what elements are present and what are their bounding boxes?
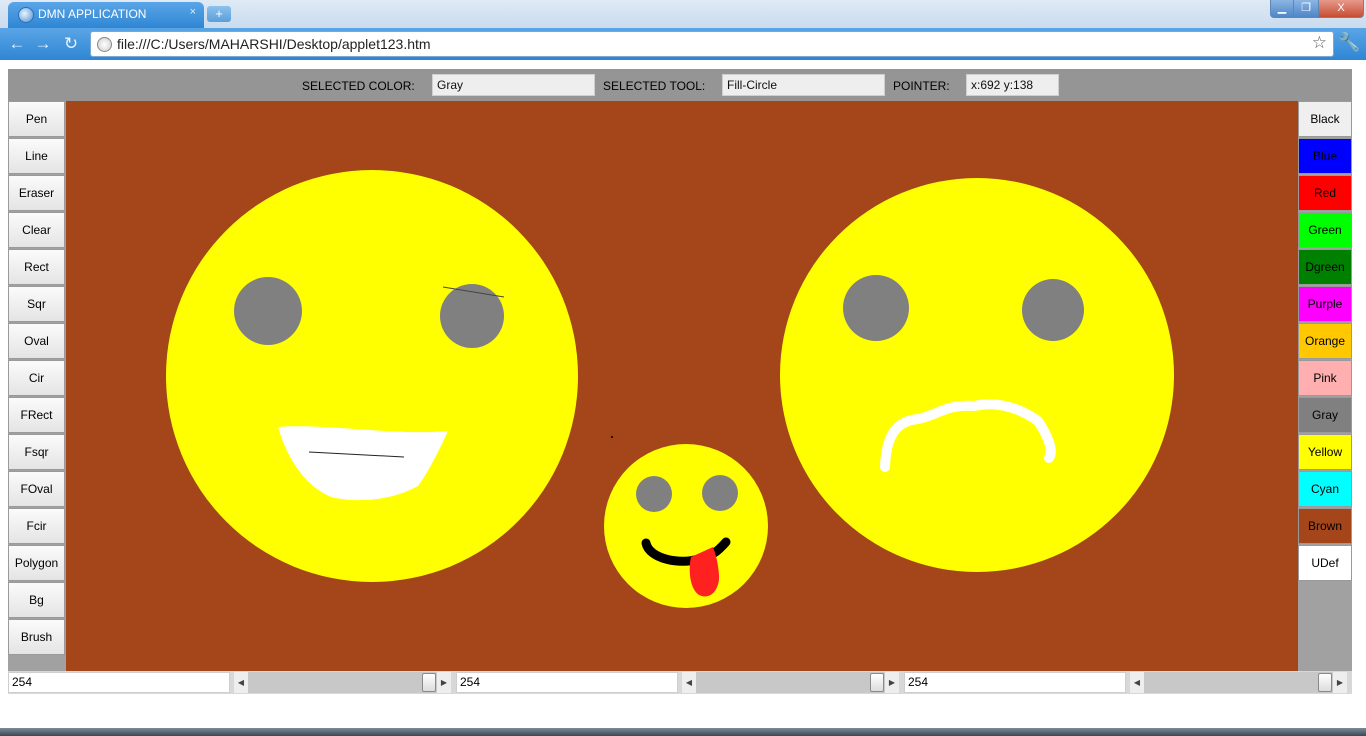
back-arrow-icon[interactable]: ← (6, 33, 28, 55)
maximize-button[interactable]: ❐ (1293, 0, 1319, 18)
forward-arrow-icon[interactable]: → (32, 33, 54, 55)
tab-close-icon[interactable]: × (190, 6, 196, 18)
color-button-black[interactable]: Black (1298, 101, 1352, 137)
reload-icon[interactable]: ↻ (60, 33, 82, 55)
tool-button-fcir[interactable]: Fcir (8, 508, 65, 544)
slider-value-field[interactable]: 254 (8, 672, 230, 693)
tool-button-pen[interactable]: Pen (8, 101, 65, 137)
drawing-canvas[interactable] (66, 101, 1298, 671)
tool-button-polygon[interactable]: Polygon (8, 545, 65, 581)
tool-button-bg[interactable]: Bg (8, 582, 65, 618)
small-face-right-eye (702, 475, 738, 511)
left-face-right-eye (440, 284, 504, 348)
slider-value-field[interactable]: 254 (904, 672, 1126, 693)
color-button-gray[interactable]: Gray (1298, 397, 1352, 433)
bookmark-star-icon[interactable]: ☆ (1312, 33, 1327, 53)
selected-color-label: SELECTED COLOR: (302, 79, 415, 93)
tool-button-clear[interactable]: Clear (8, 212, 65, 248)
paint-applet: SELECTED COLOR: Gray SELECTED TOOL: Fill… (8, 69, 1352, 694)
tool-button-line[interactable]: Line (8, 138, 65, 174)
color-button-blue[interactable]: Blue (1298, 138, 1352, 174)
selected-tool-field: Fill-Circle (722, 74, 885, 96)
color-button-udef[interactable]: UDef (1298, 545, 1352, 581)
drawing (166, 170, 1174, 608)
slider-thumb[interactable] (1318, 673, 1333, 692)
right-face (780, 178, 1174, 572)
color-slider[interactable]: ◀ ▶ (682, 672, 899, 693)
browser-tab[interactable]: DMN APPLICATION × (8, 2, 204, 28)
tool-button-rect[interactable]: Rect (8, 249, 65, 285)
left-face-left-eye (234, 277, 302, 345)
tool-button-foval[interactable]: FOval (8, 471, 65, 507)
color-button-red[interactable]: Red (1298, 175, 1352, 211)
tool-button-sqr[interactable]: Sqr (8, 286, 65, 322)
tab-title: DMN APPLICATION (38, 7, 147, 21)
color-slider[interactable]: ◀ ▶ (234, 672, 451, 693)
slider-right-arrow-icon[interactable]: ▶ (885, 672, 899, 693)
close-window-button[interactable]: X (1318, 0, 1364, 18)
browser-title-bar: DMN APPLICATION × + ▁ ❐ X (0, 0, 1366, 28)
selected-color-field: Gray (432, 74, 595, 96)
status-bar: SELECTED COLOR: Gray SELECTED TOOL: Fill… (8, 69, 1352, 101)
slider-left-arrow-icon[interactable]: ◀ (234, 672, 248, 693)
color-button-orange[interactable]: Orange (1298, 323, 1352, 359)
pointer-field: x:692 y:138 (966, 74, 1059, 96)
color-button-dgreen[interactable]: Dgreen (1298, 249, 1352, 285)
tool-button-frect[interactable]: FRect (8, 397, 65, 433)
color-button-brown[interactable]: Brown (1298, 508, 1352, 544)
slider-right-arrow-icon[interactable]: ▶ (437, 672, 451, 693)
tool-button-oval[interactable]: Oval (8, 323, 65, 359)
small-face-left-eye (636, 476, 672, 512)
slider-value-field[interactable]: 254 (456, 672, 678, 693)
slider-thumb[interactable] (870, 673, 885, 692)
color-slider[interactable]: ◀ ▶ (1130, 672, 1347, 693)
small-face (604, 444, 768, 608)
windows-taskbar (0, 728, 1366, 736)
right-face-left-eye (843, 275, 909, 341)
page-icon (97, 37, 112, 52)
minimize-button[interactable]: ▁ (1270, 0, 1294, 18)
rgb-slider-row: 254 ◀ ▶ 254 ◀ ▶ 254 ◀ ▶ (8, 671, 1352, 694)
color-button-pink[interactable]: Pink (1298, 360, 1352, 396)
slider-left-arrow-icon[interactable]: ◀ (1130, 672, 1144, 693)
tool-button-cir[interactable]: Cir (8, 360, 65, 396)
url-text: file:///C:/Users/MAHARSHI/Desktop/applet… (117, 36, 431, 52)
address-bar[interactable]: file:///C:/Users/MAHARSHI/Desktop/applet… (90, 31, 1334, 57)
color-button-green[interactable]: Green (1298, 212, 1352, 248)
pointer-label: POINTER: (893, 79, 950, 93)
left-face (166, 170, 578, 582)
browser-toolbar: ← → ↻ file:///C:/Users/MAHARSHI/Desktop/… (0, 28, 1366, 60)
globe-icon (18, 7, 34, 23)
tool-button-fsqr[interactable]: Fsqr (8, 434, 65, 470)
slider-thumb[interactable] (422, 673, 437, 692)
right-face-right-eye (1022, 279, 1084, 341)
slider-left-arrow-icon[interactable]: ◀ (682, 672, 696, 693)
selected-tool-label: SELECTED TOOL: (603, 79, 706, 93)
wrench-menu-icon[interactable]: 🔧 (1338, 32, 1360, 53)
color-button-cyan[interactable]: Cyan (1298, 471, 1352, 507)
color-button-yellow[interactable]: Yellow (1298, 434, 1352, 470)
tool-button-eraser[interactable]: Eraser (8, 175, 65, 211)
new-tab-button[interactable]: + (207, 6, 231, 22)
slider-right-arrow-icon[interactable]: ▶ (1333, 672, 1347, 693)
color-button-purple[interactable]: Purple (1298, 286, 1352, 322)
tool-button-brush[interactable]: Brush (8, 619, 65, 655)
stray-dot (611, 436, 613, 438)
